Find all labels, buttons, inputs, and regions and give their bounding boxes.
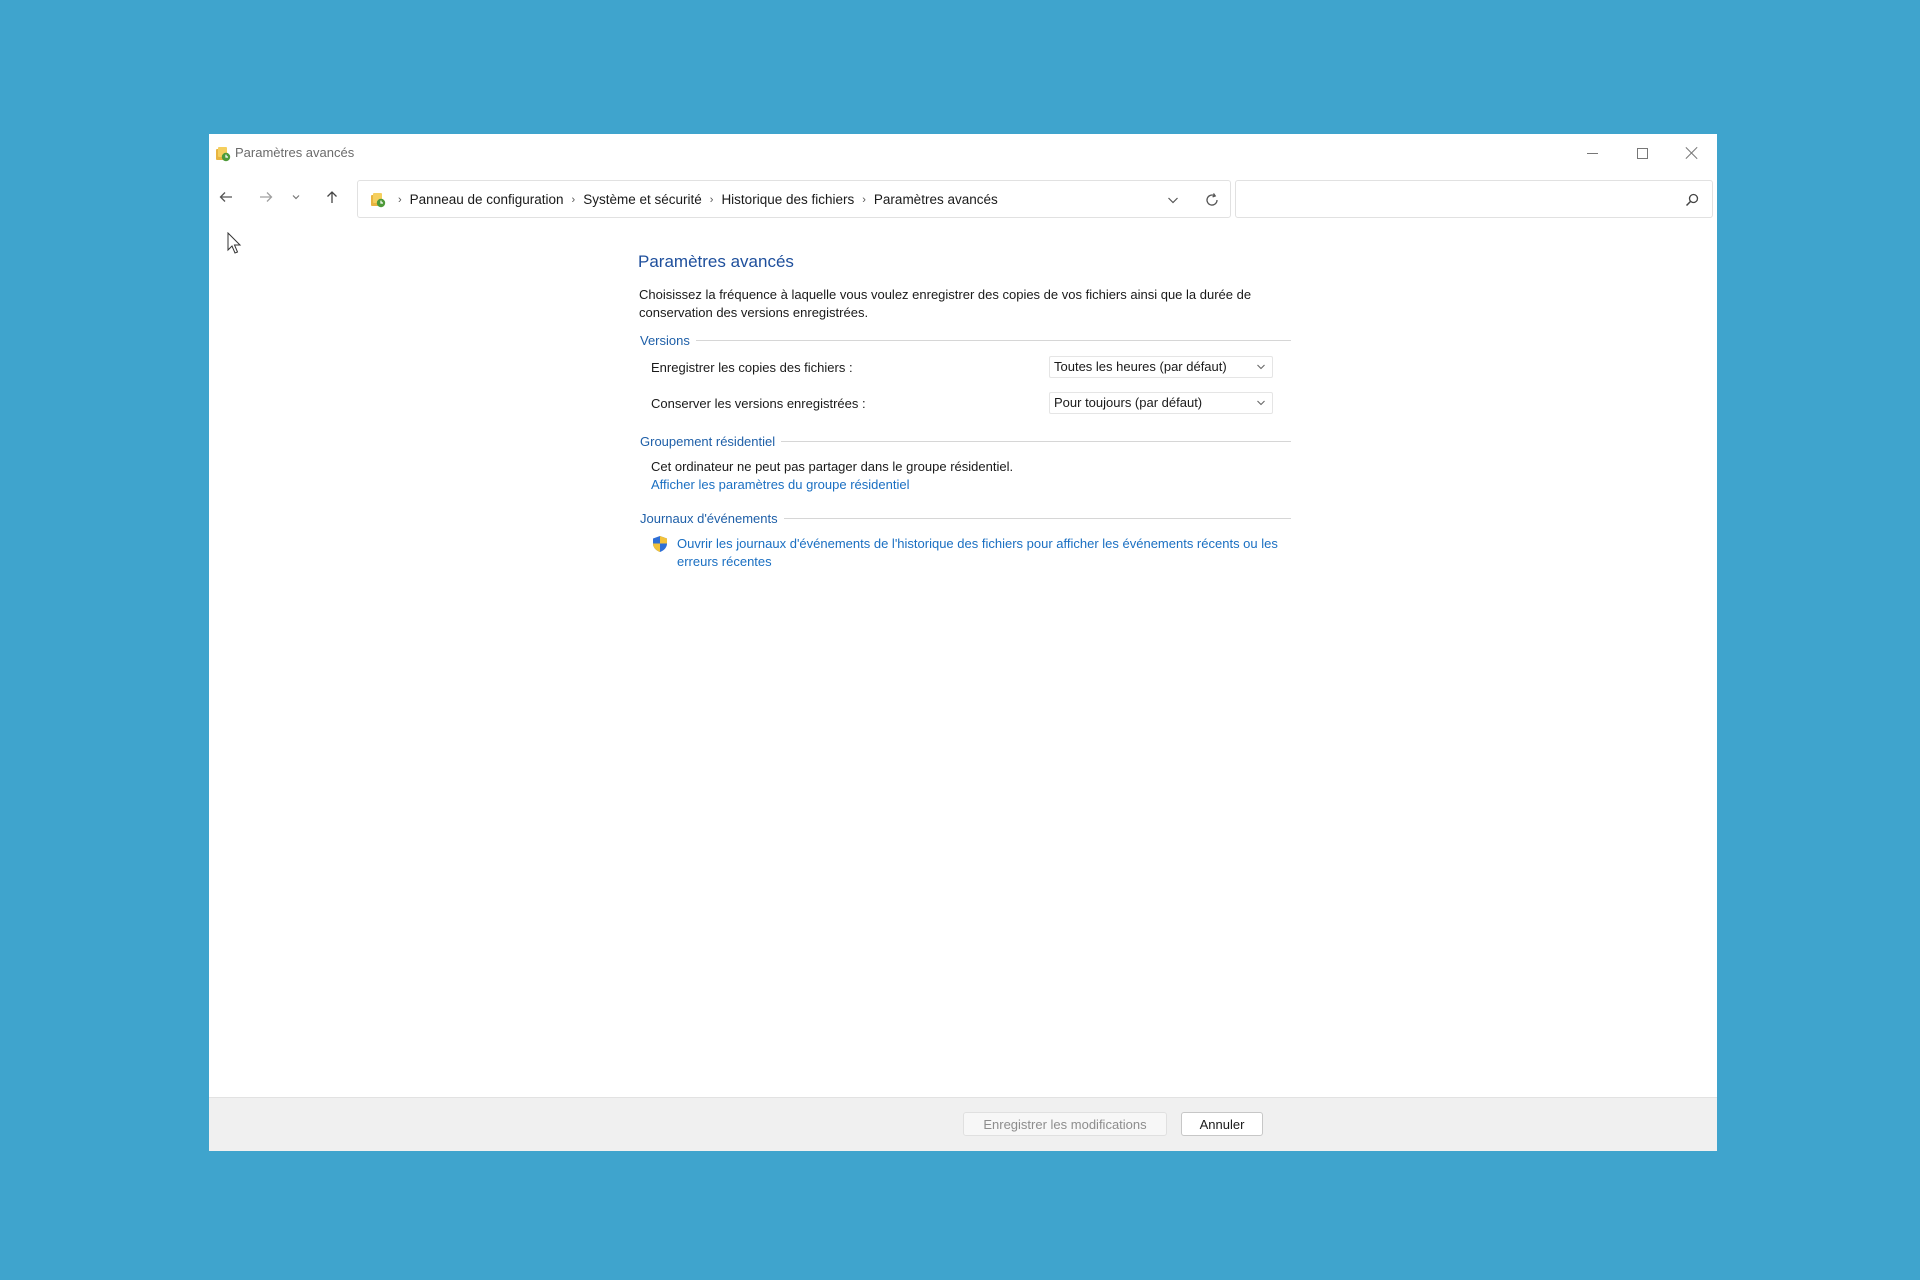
versions-group-title: Versions bbox=[640, 332, 690, 348]
navigation-bar: › Panneau de configuration › Système et … bbox=[209, 178, 1717, 222]
save-changes-button[interactable]: Enregistrer les modifications bbox=[963, 1112, 1167, 1136]
group-divider bbox=[695, 339, 1291, 341]
homegroup-group-header: Groupement résidentiel bbox=[639, 433, 1299, 449]
chevron-right-icon[interactable]: › bbox=[710, 194, 714, 206]
uac-shield-icon bbox=[653, 536, 667, 552]
main-content: Paramètres avancés Choisissez la fréquen… bbox=[638, 252, 1299, 571]
keep-versions-value: Pour toujours (par défaut) bbox=[1054, 395, 1203, 410]
mouse-cursor-icon bbox=[227, 232, 242, 254]
homegroup-section: Cet ordinateur ne peut pas partager dans… bbox=[651, 458, 1299, 494]
address-bar[interactable]: › Panneau de configuration › Système et … bbox=[357, 180, 1231, 218]
breadcrumb-advanced-settings[interactable]: Paramètres avancés bbox=[874, 192, 998, 207]
minimize-button[interactable] bbox=[1567, 134, 1617, 172]
address-history-dropdown[interactable] bbox=[1162, 190, 1184, 210]
title-bar: Paramètres avancés bbox=[209, 134, 1717, 172]
file-history-icon bbox=[216, 147, 231, 162]
event-logs-group-header: Journaux d'événements bbox=[639, 510, 1299, 526]
homegroup-settings-link[interactable]: Afficher les paramètres du groupe réside… bbox=[651, 476, 1299, 494]
up-arrow-icon bbox=[327, 191, 337, 203]
breadcrumb-control-panel[interactable]: Panneau de configuration bbox=[410, 192, 564, 207]
open-event-logs-link[interactable]: Ouvrir les journaux d'événements de l'hi… bbox=[677, 536, 1278, 569]
minimize-icon bbox=[1586, 152, 1598, 154]
chevron-down-icon bbox=[1257, 364, 1265, 370]
save-copies-label: Enregistrer les copies des fichiers : bbox=[651, 359, 853, 375]
chevron-right-icon[interactable]: › bbox=[398, 194, 402, 206]
event-logs-group-title: Journaux d'événements bbox=[640, 510, 778, 526]
homegroup-group-title: Groupement résidentiel bbox=[640, 433, 776, 449]
refresh-button[interactable] bbox=[1198, 187, 1226, 213]
up-button[interactable] bbox=[317, 182, 347, 212]
recent-locations-button[interactable] bbox=[285, 182, 307, 212]
page-title: Paramètres avancés bbox=[638, 252, 794, 271]
chevron-right-icon[interactable]: › bbox=[572, 194, 576, 206]
save-copies-select[interactable]: Toutes les heures (par défaut) bbox=[1049, 356, 1273, 378]
versions-group-header: Versions bbox=[639, 332, 1299, 348]
breadcrumb-system-security[interactable]: Système et sécurité bbox=[583, 192, 702, 207]
file-history-icon bbox=[371, 193, 386, 208]
search-icon[interactable] bbox=[1684, 192, 1700, 208]
footer-bar: Enregistrer les modifications Annuler bbox=[209, 1097, 1717, 1151]
chevron-down-icon bbox=[1168, 197, 1178, 204]
forward-arrow-icon bbox=[260, 192, 273, 202]
cancel-button[interactable]: Annuler bbox=[1181, 1112, 1263, 1136]
refresh-icon bbox=[1206, 193, 1218, 206]
keep-versions-select[interactable]: Pour toujours (par défaut) bbox=[1049, 392, 1273, 414]
forward-button[interactable] bbox=[251, 182, 281, 212]
save-copies-value: Toutes les heures (par défaut) bbox=[1054, 359, 1227, 374]
breadcrumb: › Panneau de configuration › Système et … bbox=[390, 192, 998, 207]
group-divider bbox=[781, 440, 1291, 442]
back-arrow-icon bbox=[219, 192, 232, 202]
close-icon bbox=[1685, 146, 1699, 160]
breadcrumb-file-history[interactable]: Historique des fichiers bbox=[721, 192, 854, 207]
homegroup-status-text: Cet ordinateur ne peut pas partager dans… bbox=[651, 459, 1014, 474]
close-button[interactable] bbox=[1667, 134, 1717, 172]
chevron-down-icon bbox=[292, 195, 300, 200]
file-history-advanced-settings-window: Paramètres avancés › Panneau de configur… bbox=[209, 134, 1717, 1151]
chevron-right-icon[interactable]: › bbox=[862, 194, 866, 206]
keep-versions-row: Conserver les versions enregistrées : Po… bbox=[651, 385, 1299, 421]
event-logs-row: Ouvrir les journaux d'événements de l'hi… bbox=[651, 535, 1281, 571]
maximize-button[interactable] bbox=[1617, 134, 1667, 172]
search-input[interactable] bbox=[1244, 187, 1664, 211]
back-button[interactable] bbox=[211, 182, 241, 212]
window-title: Paramètres avancés bbox=[235, 145, 355, 160]
group-divider bbox=[783, 517, 1291, 519]
chevron-down-icon bbox=[1257, 400, 1265, 406]
page-description: Choisissez la fréquence à laquelle vous … bbox=[639, 287, 1252, 320]
keep-versions-label: Conserver les versions enregistrées : bbox=[651, 395, 866, 411]
maximize-icon bbox=[1636, 147, 1648, 159]
save-copies-row: Enregistrer les copies des fichiers : To… bbox=[651, 349, 1299, 385]
search-box[interactable] bbox=[1235, 180, 1713, 218]
